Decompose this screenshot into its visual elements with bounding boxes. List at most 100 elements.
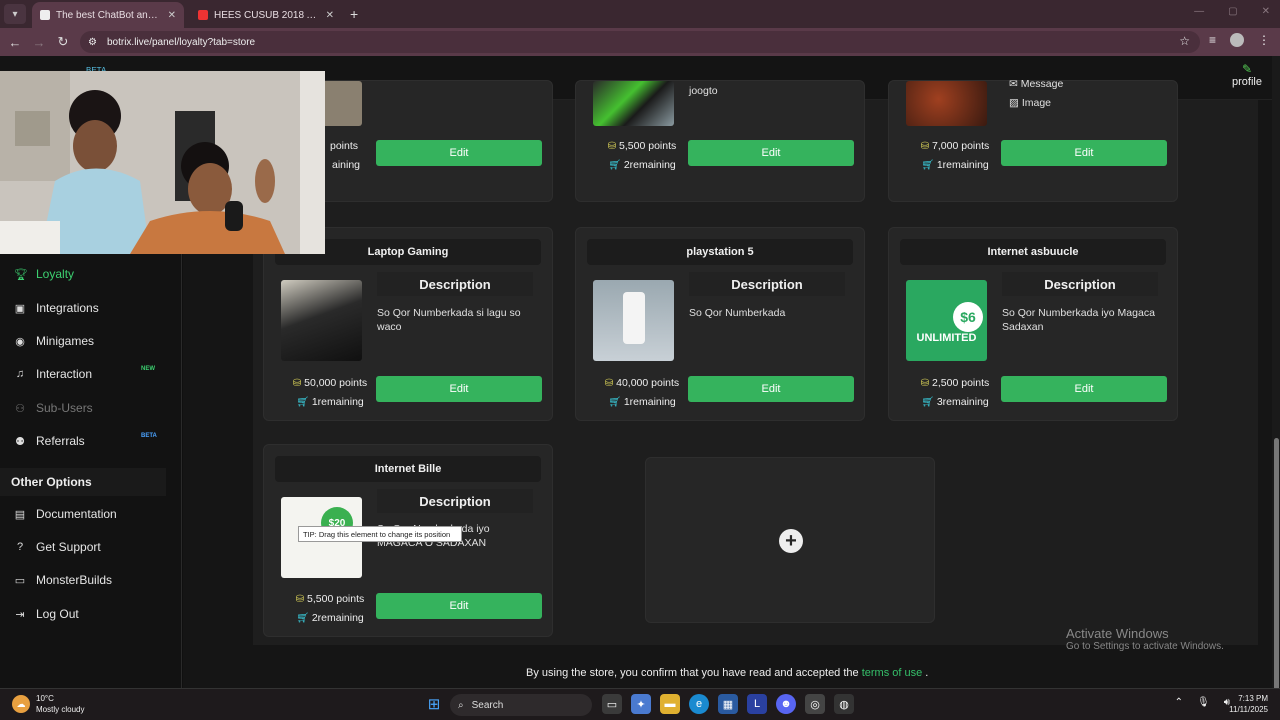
chrome-icon[interactable]: ◎: [805, 694, 825, 714]
obs-icon[interactable]: ◍: [834, 694, 854, 714]
terms-of-use-link[interactable]: terms of use: [862, 667, 923, 679]
add-item-card[interactable]: +: [645, 457, 935, 623]
store-item-card[interactable]: joogto ⛁ 5,500 points 🛒︎ 2remaining Edit: [575, 80, 865, 202]
sidebar-item-label: Integrations: [36, 301, 99, 315]
windows-taskbar: ☁ 10°C Mostly cloudy ⊞ ⌕ Search ▭ ✦ ▬ e …: [0, 688, 1280, 720]
item-description: joogto: [689, 85, 718, 97]
edit-button[interactable]: Edit: [688, 140, 854, 166]
weather-temp: 10°C: [36, 694, 54, 703]
reading-list-icon[interactable]: ≡: [1209, 33, 1216, 47]
system-tray: ⌃ 🎙︎ 🔊︎: [1175, 697, 1230, 708]
store-item-card[interactable]: playstation 5 Description So Qor Numberk…: [575, 227, 865, 421]
weather-condition: Mostly cloudy: [36, 705, 85, 714]
edit-button[interactable]: Edit: [1001, 376, 1167, 402]
sidebar-item-integrations[interactable]: ▣ Integrations: [14, 301, 99, 315]
store-item-card[interactable]: Laptop Gaming Description So Qor Numberk…: [263, 227, 553, 421]
sidebar-item-monsterbuilds[interactable]: ▭ MonsterBuilds: [14, 573, 112, 587]
close-tab-icon[interactable]: ✕: [326, 10, 334, 21]
cart-icon: 🛒︎: [608, 397, 621, 408]
coins-icon: ⛁: [920, 378, 930, 389]
item-points: ⛁ 50,000 points: [292, 377, 368, 389]
browser-tab[interactable]: HEES CUSUB 2018 AFAR AABAH ✕: [190, 2, 342, 28]
back-icon[interactable]: ←: [3, 35, 27, 50]
browser-tab-active[interactable]: The best ChatBot and Widgets ✕: [32, 2, 184, 28]
file-explorer-icon[interactable]: ▬: [660, 694, 680, 714]
cart-icon: 🛒︎: [296, 397, 309, 408]
app-l-icon[interactable]: L: [747, 694, 767, 714]
store-item-card[interactable]: ✉ Message ▨ Image ⛁ 7,000 points 🛒︎ 1rem…: [888, 78, 1178, 202]
sidebar-item-get-support[interactable]: ? Get Support: [14, 540, 101, 554]
description-heading: Description: [1002, 272, 1158, 296]
new-tab-button[interactable]: +: [350, 6, 358, 22]
sidebar-item-interaction[interactable]: ♫ Interaction: [14, 367, 92, 381]
item-points: ⛁ 2,500 points: [920, 377, 990, 389]
item-thumbnail: $6 UNLIMITED: [906, 280, 987, 361]
forward-icon[interactable]: →: [27, 35, 51, 50]
maximize-icon[interactable]: ▢: [1228, 6, 1237, 17]
start-icon[interactable]: ⊞: [424, 694, 444, 714]
site-info-icon[interactable]: ⚙: [88, 37, 97, 48]
sidebar-item-minigames[interactable]: ◉ Minigames: [14, 334, 94, 348]
other-options-title: Other Options: [0, 468, 166, 496]
edit-button[interactable]: Edit: [376, 140, 542, 166]
sidebar-item-log-out[interactable]: ⇥ Log Out: [14, 607, 78, 621]
edit-button[interactable]: Edit: [376, 593, 542, 619]
puzzle-icon: ▣: [14, 302, 26, 315]
page-scrollbar[interactable]: [1272, 56, 1280, 718]
sidebar-item-referrals[interactable]: ⚉ Referrals: [14, 434, 85, 448]
tab-title: HEES CUSUB 2018 AFAR AABAH: [214, 9, 320, 21]
edge-icon[interactable]: e: [689, 694, 709, 714]
taskbar-clock[interactable]: 7:13 PM 11/11/2025: [1229, 693, 1268, 715]
sidebar-item-label: Documentation: [36, 507, 117, 521]
sidebar-item-sub-users[interactable]: ⚇ Sub-Users: [14, 401, 93, 415]
sidebar-item-documentation[interactable]: ▤ Documentation: [14, 507, 117, 521]
item-thumbnail: [906, 81, 987, 126]
profile-avatar-icon[interactable]: [1230, 33, 1244, 47]
logout-icon: ⇥: [15, 608, 25, 621]
store-icon[interactable]: ▦: [718, 694, 738, 714]
clock-date: 11/11/2025: [1229, 705, 1268, 714]
window-controls: — ▢ ✕: [1194, 6, 1270, 17]
close-tab-icon[interactable]: ✕: [168, 10, 176, 21]
item-remaining: 🛒︎ 3remaining: [921, 396, 989, 408]
edit-button[interactable]: Edit: [688, 376, 854, 402]
store-item-card[interactable]: Internet asbuucle $6 UNLIMITED Descripti…: [888, 227, 1178, 421]
copilot-icon[interactable]: ✦: [631, 694, 651, 714]
taskbar-search[interactable]: ⌕ Search: [450, 694, 592, 716]
item-points: ⛁ 40,000 points: [604, 377, 680, 389]
weather-cloud-icon: ☁: [12, 695, 30, 713]
item-thumbnail: [281, 280, 362, 361]
tab-list-button[interactable]: ▾: [4, 4, 26, 24]
url-text: botrix.live/panel/loyalty?tab=store: [106, 36, 256, 48]
menu-dots-icon[interactable]: ⋮: [1258, 33, 1270, 47]
discord-icon[interactable]: ☻: [776, 694, 796, 714]
clock-time: 7:13 PM: [1238, 694, 1268, 703]
tray-chevron-icon[interactable]: ⌃: [1175, 697, 1183, 708]
item-remaining: 🛒︎ 1remaining: [921, 159, 989, 171]
edit-button[interactable]: Edit: [376, 376, 542, 402]
cart-icon: 🛒︎: [921, 397, 934, 408]
description-heading: Description: [377, 489, 533, 513]
store-footer-note: By using the store, you confirm that you…: [526, 667, 929, 679]
reload-icon[interactable]: ↻: [51, 34, 75, 50]
thumb-price: $6: [953, 302, 983, 332]
microphone-icon[interactable]: 🎙︎: [1197, 697, 1210, 708]
profile-button[interactable]: ✎ profile: [1232, 62, 1262, 88]
sidebar-item-loyalty[interactable]: 🏆︎ Loyalty: [14, 267, 74, 281]
task-view-icon[interactable]: ▭: [602, 694, 622, 714]
url-field[interactable]: ⚙ botrix.live/panel/loyalty?tab=store: [80, 31, 1200, 53]
gamepad-icon: ◉: [15, 335, 25, 348]
close-window-icon[interactable]: ✕: [1262, 6, 1270, 17]
weather-widget[interactable]: ☁ 10°C Mostly cloudy: [12, 693, 84, 715]
scrollbar-thumb[interactable]: [1274, 438, 1279, 718]
trophy-icon: 🏆︎: [14, 268, 28, 281]
bookmark-star-icon[interactable]: ☆: [1179, 34, 1190, 48]
sidebar-item-label: Get Support: [36, 540, 101, 554]
sidebar-item-label: Loyalty: [36, 267, 75, 281]
sidebar-item-label: Interaction: [36, 367, 93, 381]
drag-tooltip: TIP: Drag this element to change its pos…: [298, 526, 462, 542]
edit-button[interactable]: Edit: [1001, 140, 1167, 166]
sidebar-item-label: MonsterBuilds: [36, 573, 113, 587]
add-icon[interactable]: +: [779, 529, 803, 553]
minimize-icon[interactable]: —: [1194, 6, 1204, 17]
